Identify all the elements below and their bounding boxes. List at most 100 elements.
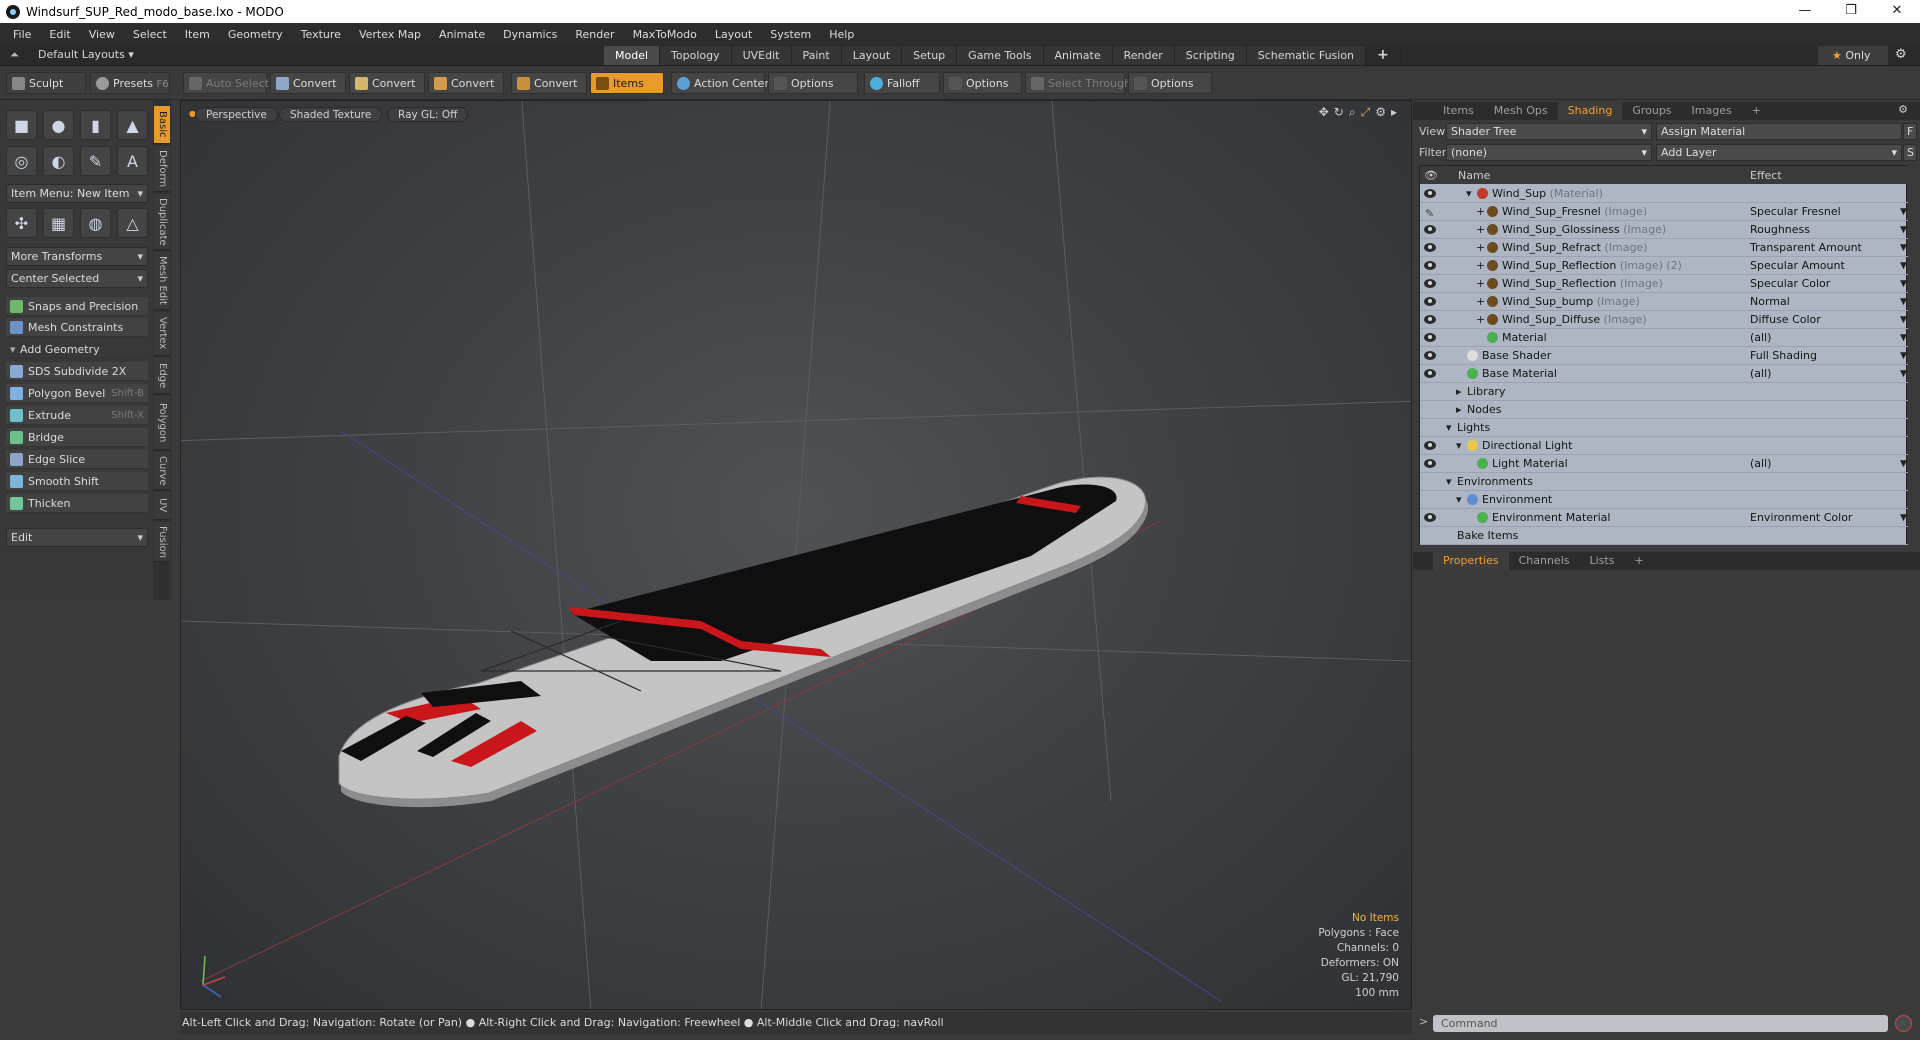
cylinder-icon[interactable]: ▮ (80, 110, 111, 140)
layer-effect[interactable]: Diffuse Color (1750, 311, 1821, 329)
menu-file[interactable]: File (4, 28, 40, 41)
shader-tree-row[interactable]: ✎ + Wind_Sup_Fresnel (Image) Specular Fresn… (1420, 203, 1908, 221)
visibility-eye-icon[interactable] (1424, 225, 1436, 234)
effect-dropdown-icon[interactable]: ▼ (1900, 257, 1907, 275)
shader-tree-row[interactable]: + Wind_Sup_bump (Image) Normal ▼ (1420, 293, 1908, 311)
layer-effect[interactable]: Full Shading (1750, 347, 1817, 365)
effect-dropdown-icon[interactable]: ▼ (1900, 239, 1907, 257)
effect-dropdown-icon[interactable]: ▼ (1900, 221, 1907, 239)
tab-properties[interactable]: Properties (1433, 552, 1509, 570)
mesh-constraints-button[interactable]: Mesh Constraints (6, 318, 148, 337)
effect-dropdown-icon[interactable]: ▼ (1900, 329, 1907, 347)
layer-effect[interactable]: Environment Color (1750, 509, 1852, 527)
assign-material-button[interactable]: Assign Material (1656, 123, 1902, 140)
vtab-curve[interactable]: Curve (154, 452, 170, 490)
tab-layout[interactable]: Layout (841, 46, 903, 65)
shader-tree-row[interactable]: Environment Material Environment Color ▼ (1420, 509, 1908, 527)
layer-effect[interactable]: Roughness (1750, 221, 1810, 239)
visibility-eye-icon[interactable] (1424, 369, 1436, 378)
command-input[interactable]: Command (1433, 1015, 1888, 1032)
minimize-button[interactable]: — (1782, 0, 1828, 23)
zoom-icon[interactable]: ⌕ (1349, 105, 1356, 120)
visibility-eye-icon[interactable] (1424, 351, 1436, 360)
vtab-fusion[interactable]: Fusion (154, 522, 170, 562)
visibility-eye-icon[interactable] (1424, 333, 1436, 342)
visibility-eye-icon[interactable] (1424, 297, 1436, 306)
tab-uvedit[interactable]: UVEdit (731, 46, 792, 65)
tab-game-tools[interactable]: Game Tools (957, 46, 1044, 65)
torus-icon[interactable]: ◎ (6, 146, 37, 176)
s-button[interactable]: S (1903, 144, 1917, 161)
menu-help[interactable]: Help (820, 28, 863, 41)
expand-toggle-icon[interactable]: ▾ (1446, 473, 1455, 491)
shader-tree-row[interactable]: Base Shader Full Shading ▼ (1420, 347, 1908, 365)
convert-items-button[interactable]: Convert (511, 72, 587, 94)
vtab-mesh-edit[interactable]: Mesh Edit (154, 252, 170, 310)
expand-toggle-icon[interactable]: ▸ (1456, 401, 1465, 419)
shader-tree-row[interactable]: + Wind_Sup_Glossiness (Image) Roughness ▼ (1420, 221, 1908, 239)
smooth-shift-button[interactable]: Smooth Shift (6, 472, 148, 491)
auto-select-button[interactable]: Auto Select (183, 72, 269, 94)
vtab-duplicate[interactable]: Duplicate (154, 194, 170, 250)
layer-effect[interactable]: Specular Fresnel (1750, 203, 1841, 221)
expand-toggle-icon[interactable]: ▾ (1456, 437, 1465, 455)
visibility-eye-icon[interactable] (1424, 441, 1436, 450)
menu-view[interactable]: View (80, 28, 124, 41)
shader-tree-row[interactable]: ▾ Directional Light (1420, 437, 1908, 455)
pyramid-icon[interactable]: △ (117, 208, 148, 238)
add-layer-dropdown[interactable]: Add Layer (1656, 144, 1902, 161)
shader-tree-row[interactable]: ▸ Nodes (1420, 401, 1908, 419)
menu-texture[interactable]: Texture (292, 28, 350, 41)
tab-setup[interactable]: Setup (902, 46, 958, 65)
polygon-bevel-button[interactable]: Polygon Bevel Shift-B (6, 384, 148, 403)
shader-tree-row[interactable]: + Wind_Sup_Refract (Image) Transparent Amo… (1420, 239, 1908, 257)
menu-geometry[interactable]: Geometry (219, 28, 292, 41)
tab-lists[interactable]: Lists (1580, 552, 1625, 570)
extrude-button[interactable]: Extrude Shift-X (6, 406, 148, 425)
transform-icon[interactable]: ✣ (6, 208, 37, 238)
shader-tree-row[interactable]: ▾ Wind_Sup (Material) (1420, 185, 1908, 203)
tab-schematic-fusion[interactable]: Schematic Fusion (1246, 46, 1367, 65)
visibility-eye-icon[interactable] (1424, 189, 1436, 198)
add-properties-tab-button[interactable]: + (1624, 552, 1653, 570)
vtab-basic[interactable]: Basic (154, 106, 170, 144)
effect-dropdown-icon[interactable]: ▼ (1900, 293, 1907, 311)
item-menu-dropdown[interactable]: Item Menu: New Item (6, 184, 148, 203)
presets-button[interactable]: Presets F6 (90, 72, 170, 94)
default-layouts-dropdown[interactable]: Default Layouts ▾ (38, 48, 134, 61)
tab-topology[interactable]: Topology (660, 46, 732, 65)
only-toggle[interactable]: ★ Only (1818, 46, 1888, 65)
visibility-eye-icon[interactable] (1424, 243, 1436, 252)
effect-dropdown-icon[interactable]: ▼ (1900, 347, 1907, 365)
shader-tree-row[interactable]: ▾ Environment (1420, 491, 1908, 509)
layer-effect[interactable]: Transparent Amount (1750, 239, 1862, 257)
convert-polygons-button[interactable]: Convert (428, 72, 504, 94)
shader-tree-row[interactable]: Base Material (all) ▼ (1420, 365, 1908, 383)
effect-dropdown-icon[interactable]: ▼ (1900, 203, 1907, 221)
expand-toggle-icon[interactable]: + (1476, 221, 1485, 239)
viewport-expand-icon[interactable]: ▸ (1391, 105, 1397, 120)
shader-tree-row[interactable]: ▾ Environments (1420, 473, 1908, 491)
3d-viewport[interactable]: ● Perspective Shaded Texture Ray GL: Off… (180, 100, 1412, 1010)
tab-animate[interactable]: Animate (1043, 46, 1113, 65)
shader-tree-row[interactable]: + Wind_Sup_Reflection (Image) (2) Specular… (1420, 257, 1908, 275)
convert-edges-button[interactable]: Convert (349, 72, 425, 94)
cube-icon[interactable]: ■ (6, 110, 37, 140)
vtab-uv[interactable]: UV (154, 492, 170, 520)
more-transforms-dropdown[interactable]: More Transforms (6, 247, 148, 266)
shader-tree-row[interactable]: Bake Items (1420, 527, 1908, 545)
layout-arrow-icon[interactable]: ⏶ (10, 48, 19, 62)
action-center-button[interactable]: Action Center (671, 72, 769, 94)
menu-item[interactable]: Item (176, 28, 219, 41)
shader-tree-row[interactable]: + Wind_Sup_Reflection (Image) Specular Col… (1420, 275, 1908, 293)
menu-vertex-map[interactable]: Vertex Map (350, 28, 430, 41)
f-button[interactable]: F (1903, 123, 1917, 140)
viewport-gear-icon[interactable]: ⚙ (1375, 105, 1386, 120)
expand-toggle-icon[interactable]: + (1476, 311, 1485, 329)
panel-gear-icon[interactable]: ⚙ (1898, 103, 1908, 116)
menu-select[interactable]: Select (124, 28, 176, 41)
effect-dropdown-icon[interactable]: ▼ (1900, 509, 1907, 527)
view-type-button[interactable]: Perspective (195, 107, 278, 122)
vtab-vertex[interactable]: Vertex (154, 312, 170, 356)
center-selected-dropdown[interactable]: Center Selected (6, 269, 148, 288)
